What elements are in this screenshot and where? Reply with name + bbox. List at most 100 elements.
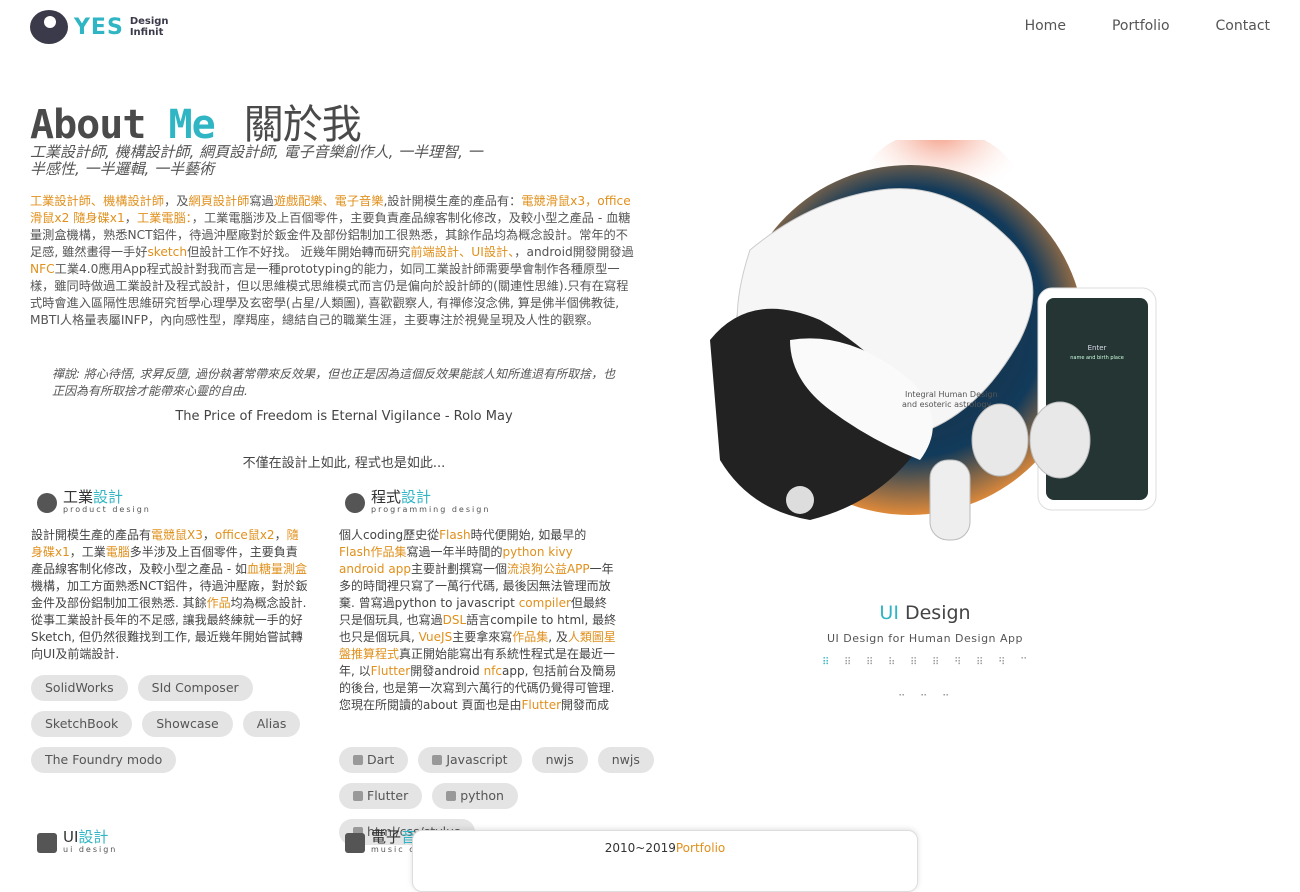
title-me: Me <box>168 102 216 148</box>
popup-text: 2010~2019Portfolio <box>413 841 917 855</box>
intro-text: ,設計開模生產的產品有： <box>383 194 522 208</box>
music-icon <box>345 832 365 853</box>
carousel-dot[interactable]: ⠿ <box>844 658 854 668</box>
carousel-dot[interactable]: ⠿ <box>932 658 942 668</box>
text: 開發而成 <box>561 698 610 712</box>
programming-text: 個人coding歷史從Flash時代便開始, 如最早的 Flash作品集寫過一年半… <box>339 527 617 714</box>
illus-text-1: Integral Human Design <box>905 390 998 399</box>
intro-text: 寫過 <box>249 194 274 208</box>
hl: Flutter <box>370 664 411 678</box>
showcase-subtitle: UI Design for Human Design App <box>826 632 1024 645</box>
industrial-sub: product design <box>63 505 151 514</box>
tag-foundry-modo[interactable]: The Foundry modo <box>31 747 177 773</box>
programming-title-b: 設計 <box>401 488 432 506</box>
nav-contact[interactable]: Contact <box>1216 18 1270 34</box>
programming-sub: programming design <box>371 505 491 514</box>
intro-hl: NFC <box>30 262 55 276</box>
music-sub: music c <box>371 845 416 854</box>
motto-quote: The Price of Freedom is Eternal Vigilanc… <box>175 409 513 424</box>
hl: office鼠x2 <box>214 528 275 542</box>
carousel-dot[interactable]: ⠿ <box>866 658 876 668</box>
tag-nwjs[interactable]: nwjs <box>531 747 588 773</box>
tag-javascript[interactable]: Javascript <box>418 747 522 773</box>
ui-sub: ui design <box>63 845 118 854</box>
tag-flutter[interactable]: Flutter <box>339 783 423 809</box>
tag-label: Flutter <box>367 788 409 803</box>
carousel-dot[interactable]: ⠿ <box>910 658 920 668</box>
hl: 作品集 <box>512 630 549 644</box>
intro-hl: 遊戲配樂、電子音樂 <box>273 194 384 208</box>
page-title: About Me 關於我 <box>30 92 362 150</box>
hl: DSL <box>442 613 467 627</box>
portfolio-popup[interactable]: 2010~2019Portfolio <box>412 830 918 892</box>
tag-alias[interactable]: Alias <box>242 711 301 737</box>
intro-text: ，及 <box>164 194 189 208</box>
about-subtitle: 工業設計師, 機構設計師, 網頁設計師, 電子音樂創作人, 一半理智, 一半感性… <box>30 143 483 178</box>
human-design-illustration: Integral Human Design and esoteric astro… <box>710 140 1157 541</box>
intro-text: 但設計工作不好找。 近幾年開始轉而研究 <box>187 245 411 259</box>
industrial-tags: SolidWorks SId Composer SketchBook Showc… <box>31 675 331 773</box>
hl: 作品 <box>206 596 231 610</box>
hl: Flash作品集 <box>339 545 407 559</box>
title-zh: 關於我 <box>243 102 362 148</box>
popup-portfolio-link[interactable]: Portfolio <box>676 841 725 855</box>
carousel-dot[interactable]: ⠷ <box>888 658 898 668</box>
programming-title-a: 程式 <box>371 488 402 506</box>
intro-text: 工業4.0應用App程式設計對我而言是一種prototyping的能力，如同工業… <box>30 262 629 327</box>
top-nav: Home Portfolio Contact <box>1025 18 1270 34</box>
programming-title: 程式設計 <box>371 490 490 505</box>
carousel-dot[interactable]: ⠒ <box>920 692 930 702</box>
tag-sketchbook[interactable]: SketchBook <box>31 711 133 737</box>
tag-label: Javascript <box>446 752 508 767</box>
logo-sub-1: Design <box>129 16 169 27</box>
phone-text-2: name and birth place <box>1070 355 1124 361</box>
music-title-a: 電子 <box>371 828 402 846</box>
carousel-dot[interactable]: ⠒ <box>942 692 952 702</box>
zen-quote: 禪說: 將心待悟, 求昇反墮, 過份執著常帶來反效果，但也正是因為這個反效果能該… <box>52 367 616 398</box>
carousel-dot[interactable]: ⠒ <box>898 692 908 702</box>
title-about: About <box>30 102 146 148</box>
logo-text: YES <box>74 14 124 40</box>
tag-showcase[interactable]: Showcase <box>142 711 233 737</box>
hl: 血糖量測盒 <box>246 562 307 576</box>
carousel-dot[interactable]: ⠻ <box>998 658 1008 668</box>
text: ， <box>274 528 287 542</box>
carousel-dot[interactable]: ⠉ <box>1020 658 1030 668</box>
intro-hl: 網頁設計師 <box>188 194 250 208</box>
head-profile-icon <box>37 492 57 513</box>
ui-heading: UI設計 ui design <box>37 830 117 855</box>
tag-nwjs-2[interactable]: nwjs <box>597 747 654 773</box>
carousel-dot[interactable]: ⠿ <box>976 658 986 668</box>
carousel-dots-2: ⠒ ⠒ ⠒ <box>898 692 952 702</box>
hl: nfc <box>483 664 503 678</box>
intro-hl: sketch <box>147 245 188 259</box>
text: 個人coding歷史從 <box>339 528 440 542</box>
carousel-dots: ⠿ ⠿ ⠿ ⠷ ⠿ ⠿ ⠻ ⠿ ⠻ ⠉ <box>822 658 1030 668</box>
javascript-icon <box>432 755 443 765</box>
tag-solidworks[interactable]: SolidWorks <box>31 675 128 701</box>
tag-label: Dart <box>367 752 395 767</box>
industrial-title-a: 工業 <box>63 488 94 506</box>
intro-hl: 工業設計師、機構設計師 <box>30 194 165 208</box>
showcase-title-b: Design <box>904 602 971 624</box>
intro-hl: 工業電腦： <box>136 211 192 225</box>
text: ，工業 <box>69 545 106 559</box>
hl: 電競鼠X3 <box>151 528 203 542</box>
logo[interactable]: YES Design Infinit <box>30 10 169 44</box>
tag-dart[interactable]: Dart <box>339 747 409 773</box>
text: 時代便開始, 如最早的 <box>470 528 587 542</box>
hl: 流浪狗公益APP <box>506 562 590 576</box>
tag-sid-composer[interactable]: SId Composer <box>137 675 253 701</box>
text: , 及 <box>548 630 568 644</box>
nav-portfolio[interactable]: Portfolio <box>1112 18 1170 34</box>
monitor-icon <box>37 832 57 853</box>
ui-title: UI設計 <box>63 830 117 845</box>
carousel-dot[interactable]: ⠿ <box>822 658 832 668</box>
logo-mark-icon <box>30 10 68 44</box>
logo-subtext: Design Infinit <box>130 16 169 38</box>
tag-python[interactable]: python <box>432 783 518 809</box>
carousel-dot[interactable]: ⠻ <box>954 658 964 668</box>
nav-home[interactable]: Home <box>1025 18 1066 34</box>
tag-label: python <box>460 788 504 803</box>
music-heading: 電子音 music c <box>345 830 416 855</box>
